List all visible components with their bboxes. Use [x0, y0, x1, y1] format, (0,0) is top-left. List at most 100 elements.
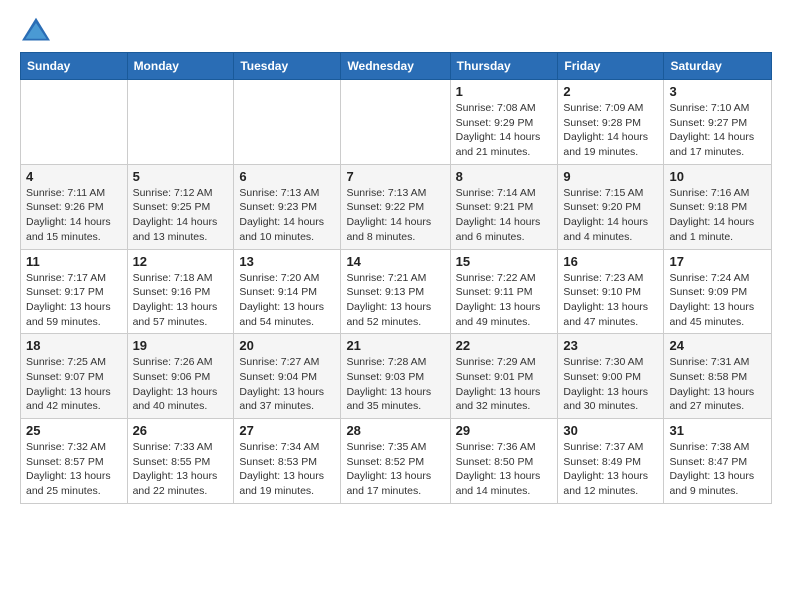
day-content: Sunrise: 7:18 AM Sunset: 9:16 PM Dayligh… — [133, 271, 229, 330]
day-content: Sunrise: 7:20 AM Sunset: 9:14 PM Dayligh… — [239, 271, 335, 330]
day-content: Sunrise: 7:17 AM Sunset: 9:17 PM Dayligh… — [26, 271, 122, 330]
day-number: 2 — [563, 84, 658, 99]
calendar-day-cell: 21 Sunrise: 7:28 AM Sunset: 9:03 PM Dayli… — [341, 334, 450, 419]
day-content: Sunrise: 7:13 AM Sunset: 9:23 PM Dayligh… — [239, 186, 335, 245]
day-content: Sunrise: 7:15 AM Sunset: 9:20 PM Dayligh… — [563, 186, 658, 245]
day-number: 17 — [669, 254, 766, 269]
day-number: 14 — [346, 254, 444, 269]
day-number: 9 — [563, 169, 658, 184]
day-number: 16 — [563, 254, 658, 269]
day-number: 26 — [133, 423, 229, 438]
day-content: Sunrise: 7:09 AM Sunset: 9:28 PM Dayligh… — [563, 101, 658, 160]
day-content: Sunrise: 7:28 AM Sunset: 9:03 PM Dayligh… — [346, 355, 444, 414]
calendar-day-cell: 13 Sunrise: 7:20 AM Sunset: 9:14 PM Dayli… — [234, 249, 341, 334]
calendar-day-cell: 29 Sunrise: 7:36 AM Sunset: 8:50 PM Dayli… — [450, 419, 558, 504]
day-number: 10 — [669, 169, 766, 184]
day-content: Sunrise: 7:34 AM Sunset: 8:53 PM Dayligh… — [239, 440, 335, 499]
calendar-day-cell: 20 Sunrise: 7:27 AM Sunset: 9:04 PM Dayli… — [234, 334, 341, 419]
day-content: Sunrise: 7:22 AM Sunset: 9:11 PM Dayligh… — [456, 271, 553, 330]
calendar-day-cell: 27 Sunrise: 7:34 AM Sunset: 8:53 PM Dayli… — [234, 419, 341, 504]
calendar-week-row: 11 Sunrise: 7:17 AM Sunset: 9:17 PM Dayli… — [21, 249, 772, 334]
calendar-day-cell: 8 Sunrise: 7:14 AM Sunset: 9:21 PM Daylig… — [450, 164, 558, 249]
calendar-week-row: 4 Sunrise: 7:11 AM Sunset: 9:26 PM Daylig… — [21, 164, 772, 249]
day-content: Sunrise: 7:12 AM Sunset: 9:25 PM Dayligh… — [133, 186, 229, 245]
day-number: 19 — [133, 338, 229, 353]
day-of-week-header: Monday — [127, 53, 234, 80]
day-number: 18 — [26, 338, 122, 353]
calendar-day-cell — [127, 80, 234, 165]
day-number: 28 — [346, 423, 444, 438]
calendar-day-cell: 22 Sunrise: 7:29 AM Sunset: 9:01 PM Dayli… — [450, 334, 558, 419]
calendar-day-cell: 6 Sunrise: 7:13 AM Sunset: 9:23 PM Daylig… — [234, 164, 341, 249]
calendar-week-row: 1Sunrise: 7:08 AM Sunset: 9:29 PM Daylig… — [21, 80, 772, 165]
day-content: Sunrise: 7:35 AM Sunset: 8:52 PM Dayligh… — [346, 440, 444, 499]
logo — [20, 16, 56, 44]
day-content: Sunrise: 7:31 AM Sunset: 8:58 PM Dayligh… — [669, 355, 766, 414]
calendar-day-cell: 25 Sunrise: 7:32 AM Sunset: 8:57 PM Dayli… — [21, 419, 128, 504]
calendar-day-cell: 7Sunrise: 7:13 AM Sunset: 9:22 PM Daylig… — [341, 164, 450, 249]
day-content: Sunrise: 7:11 AM Sunset: 9:26 PM Dayligh… — [26, 186, 122, 245]
day-number: 11 — [26, 254, 122, 269]
calendar-day-cell: 4 Sunrise: 7:11 AM Sunset: 9:26 PM Daylig… — [21, 164, 128, 249]
calendar-day-cell — [341, 80, 450, 165]
day-of-week-header: Sunday — [21, 53, 128, 80]
calendar-day-cell: 28 Sunrise: 7:35 AM Sunset: 8:52 PM Dayli… — [341, 419, 450, 504]
day-content: Sunrise: 7:23 AM Sunset: 9:10 PM Dayligh… — [563, 271, 658, 330]
day-of-week-header: Wednesday — [341, 53, 450, 80]
calendar-week-row: 18 Sunrise: 7:25 AM Sunset: 9:07 PM Dayli… — [21, 334, 772, 419]
calendar-day-cell: 10 Sunrise: 7:16 AM Sunset: 9:18 PM Dayli… — [664, 164, 772, 249]
logo-icon — [20, 16, 52, 44]
calendar-day-cell: 14 Sunrise: 7:21 AM Sunset: 9:13 PM Dayli… — [341, 249, 450, 334]
day-number: 25 — [26, 423, 122, 438]
calendar-week-row: 25 Sunrise: 7:32 AM Sunset: 8:57 PM Dayli… — [21, 419, 772, 504]
calendar-day-cell: 5 Sunrise: 7:12 AM Sunset: 9:25 PM Daylig… — [127, 164, 234, 249]
calendar-day-cell — [21, 80, 128, 165]
calendar-day-cell: 23 Sunrise: 7:30 AM Sunset: 9:00 PM Dayli… — [558, 334, 664, 419]
day-number: 3 — [669, 84, 766, 99]
calendar-day-cell: 11 Sunrise: 7:17 AM Sunset: 9:17 PM Dayli… — [21, 249, 128, 334]
day-of-week-header: Tuesday — [234, 53, 341, 80]
day-number: 15 — [456, 254, 553, 269]
day-content: Sunrise: 7:27 AM Sunset: 9:04 PM Dayligh… — [239, 355, 335, 414]
header — [20, 16, 772, 44]
day-content: Sunrise: 7:29 AM Sunset: 9:01 PM Dayligh… — [456, 355, 553, 414]
day-content: Sunrise: 7:38 AM Sunset: 8:47 PM Dayligh… — [669, 440, 766, 499]
calendar-day-cell: 31 Sunrise: 7:38 AM Sunset: 8:47 PM Dayli… — [664, 419, 772, 504]
day-number: 13 — [239, 254, 335, 269]
calendar-day-cell: 16 Sunrise: 7:23 AM Sunset: 9:10 PM Dayli… — [558, 249, 664, 334]
calendar-table: SundayMondayTuesdayWednesdayThursdayFrid… — [20, 52, 772, 504]
day-content: Sunrise: 7:13 AM Sunset: 9:22 PM Dayligh… — [346, 186, 444, 245]
day-content: Sunrise: 7:14 AM Sunset: 9:21 PM Dayligh… — [456, 186, 553, 245]
day-number: 20 — [239, 338, 335, 353]
calendar-day-cell: 3Sunrise: 7:10 AM Sunset: 9:27 PM Daylig… — [664, 80, 772, 165]
day-number: 5 — [133, 169, 229, 184]
calendar-day-cell: 18 Sunrise: 7:25 AM Sunset: 9:07 PM Dayli… — [21, 334, 128, 419]
day-of-week-header: Friday — [558, 53, 664, 80]
day-number: 22 — [456, 338, 553, 353]
calendar-day-cell — [234, 80, 341, 165]
calendar-day-cell: 26Sunrise: 7:33 AM Sunset: 8:55 PM Dayli… — [127, 419, 234, 504]
day-content: Sunrise: 7:32 AM Sunset: 8:57 PM Dayligh… — [26, 440, 122, 499]
day-content: Sunrise: 7:37 AM Sunset: 8:49 PM Dayligh… — [563, 440, 658, 499]
calendar-header-row: SundayMondayTuesdayWednesdayThursdayFrid… — [21, 53, 772, 80]
calendar-day-cell: 2 Sunrise: 7:09 AM Sunset: 9:28 PM Daylig… — [558, 80, 664, 165]
day-content: Sunrise: 7:16 AM Sunset: 9:18 PM Dayligh… — [669, 186, 766, 245]
day-number: 23 — [563, 338, 658, 353]
calendar-day-cell: 17 Sunrise: 7:24 AM Sunset: 9:09 PM Dayli… — [664, 249, 772, 334]
calendar-day-cell: 1Sunrise: 7:08 AM Sunset: 9:29 PM Daylig… — [450, 80, 558, 165]
day-content: Sunrise: 7:26 AM Sunset: 9:06 PM Dayligh… — [133, 355, 229, 414]
day-content: Sunrise: 7:21 AM Sunset: 9:13 PM Dayligh… — [346, 271, 444, 330]
day-content: Sunrise: 7:36 AM Sunset: 8:50 PM Dayligh… — [456, 440, 553, 499]
day-content: Sunrise: 7:30 AM Sunset: 9:00 PM Dayligh… — [563, 355, 658, 414]
day-number: 21 — [346, 338, 444, 353]
day-number: 29 — [456, 423, 553, 438]
day-content: Sunrise: 7:24 AM Sunset: 9:09 PM Dayligh… — [669, 271, 766, 330]
day-of-week-header: Thursday — [450, 53, 558, 80]
day-number: 6 — [239, 169, 335, 184]
day-number: 31 — [669, 423, 766, 438]
day-number: 8 — [456, 169, 553, 184]
day-of-week-header: Saturday — [664, 53, 772, 80]
day-number: 4 — [26, 169, 122, 184]
day-number: 27 — [239, 423, 335, 438]
day-content: Sunrise: 7:25 AM Sunset: 9:07 PM Dayligh… — [26, 355, 122, 414]
